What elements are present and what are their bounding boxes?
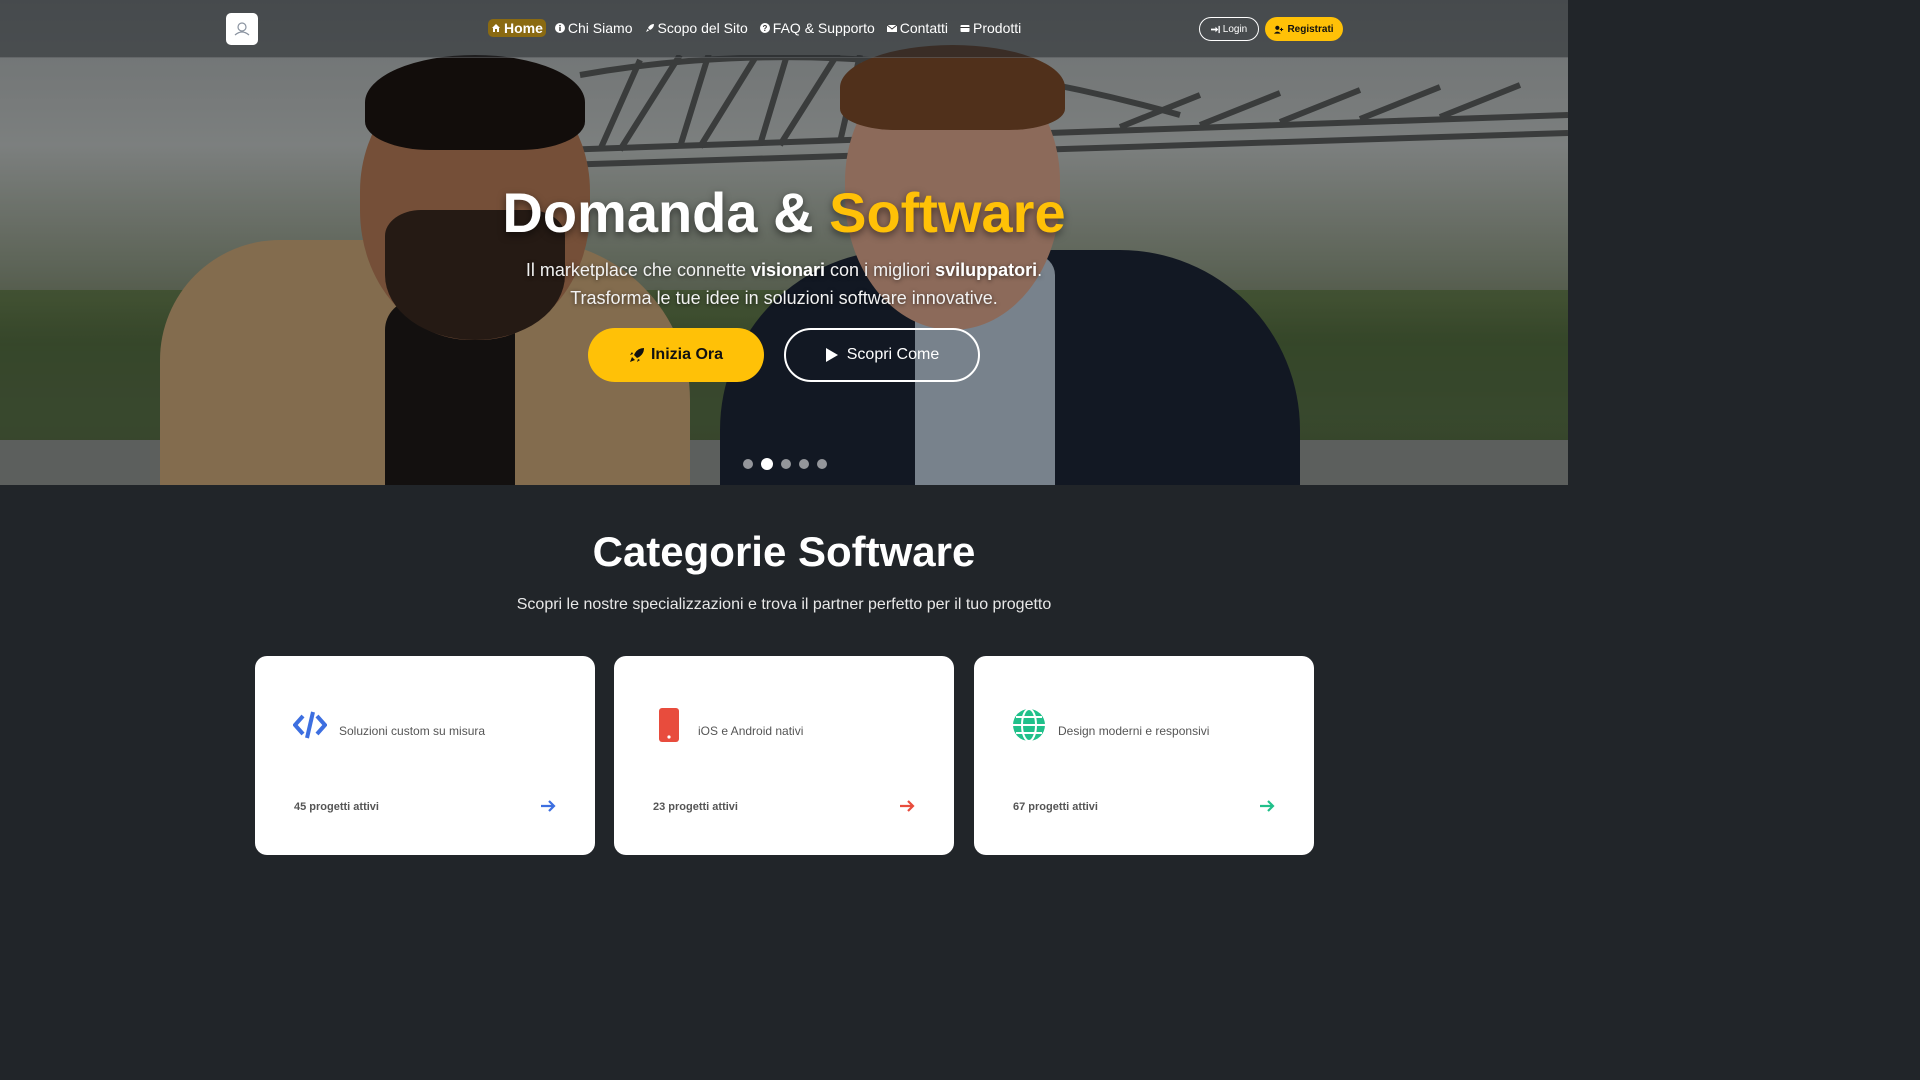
arrow-right-icon[interactable] bbox=[539, 797, 557, 815]
category-card-software[interactable]: Soluzioni custom su misura 45 progetti a… bbox=[255, 656, 595, 855]
envelope-icon bbox=[886, 24, 897, 32]
category-card-mobile[interactable]: iOS e Android nativi 23 progetti attivi bbox=[614, 656, 954, 855]
hero-subtitle-bold-sviluppatori: sviluppatori bbox=[935, 260, 1038, 280]
arrow-right-icon[interactable] bbox=[1258, 797, 1276, 815]
question-icon: ? bbox=[759, 23, 770, 33]
carousel-dot-5[interactable] bbox=[817, 459, 827, 469]
login-button-label: Login bbox=[1222, 23, 1248, 35]
home-icon bbox=[492, 24, 500, 32]
carousel-dot-3[interactable] bbox=[781, 459, 791, 469]
arrow-right-icon[interactable] bbox=[898, 797, 916, 815]
register-button-label: Registrati bbox=[1287, 23, 1334, 35]
svg-text:?: ? bbox=[762, 24, 767, 33]
hero-subtitle-bold-visionari: visionari bbox=[751, 260, 826, 280]
card-description: Design moderni e responsivi bbox=[1058, 724, 1210, 738]
card-project-count: 67 progetti attivi bbox=[1013, 801, 1098, 813]
hero-subtitle-text: Il marketplace che connette bbox=[525, 260, 752, 280]
nav-item-home-label: Home bbox=[504, 20, 543, 36]
play-icon bbox=[825, 348, 838, 362]
nav-item-chi-siamo[interactable]: Chi Siamo bbox=[552, 19, 636, 37]
start-now-button[interactable]: Inizia Ora bbox=[588, 328, 764, 382]
nav-item-prodotti[interactable]: Prodotti bbox=[957, 19, 1024, 37]
navbar: Home Chi Siamo Scopo del Sito ? FAQ & Su… bbox=[0, 0, 1568, 58]
nav-item-contatti-label: Contatti bbox=[899, 20, 948, 36]
nav-item-scopo[interactable]: Scopo del Sito bbox=[642, 19, 751, 37]
mobile-icon bbox=[659, 708, 679, 742]
card-project-count: 23 progetti attivi bbox=[653, 801, 738, 813]
nav-item-home[interactable]: Home bbox=[488, 19, 546, 37]
card-description: iOS e Android nativi bbox=[698, 724, 804, 738]
globe-icon bbox=[1013, 708, 1045, 742]
register-button[interactable]: Registrati bbox=[1265, 17, 1343, 41]
hero-subtitle-line1: Il marketplace che connette visionari co… bbox=[0, 256, 1568, 284]
login-button[interactable]: Login bbox=[1199, 17, 1259, 41]
card-project-count: 45 progetti attivi bbox=[294, 801, 379, 813]
discover-how-button[interactable]: Scopri Come bbox=[784, 328, 980, 382]
card-description: Soluzioni custom su misura bbox=[339, 724, 486, 738]
hero-subtitle-text: . bbox=[1037, 260, 1043, 280]
site-logo[interactable] bbox=[226, 13, 258, 45]
code-icon bbox=[293, 711, 327, 739]
info-icon bbox=[554, 23, 565, 33]
hero-title: Domanda & Software bbox=[0, 180, 1568, 245]
category-card-web[interactable]: Design moderni e responsivi 67 progetti … bbox=[974, 656, 1314, 855]
rocket-icon bbox=[645, 24, 654, 32]
nav-item-prodotti-label: Prodotti bbox=[973, 20, 1022, 36]
box-icon bbox=[960, 25, 970, 32]
nav-item-faq[interactable]: ? FAQ & Supporto bbox=[757, 19, 878, 37]
start-now-label: Inizia Ora bbox=[650, 346, 724, 363]
hero-title-highlight: Software bbox=[829, 181, 1066, 244]
carousel-indicators bbox=[743, 458, 827, 470]
nav-item-faq-label: FAQ & Supporto bbox=[772, 20, 875, 36]
sign-in-icon bbox=[1210, 25, 1220, 33]
carousel-dot-2[interactable] bbox=[761, 458, 773, 470]
nav-links: Home Chi Siamo Scopo del Sito ? FAQ & Su… bbox=[488, 19, 1024, 37]
user-plus-icon bbox=[1274, 25, 1284, 34]
carousel-dot-4[interactable] bbox=[799, 459, 809, 469]
nav-item-chi-siamo-label: Chi Siamo bbox=[567, 20, 633, 36]
discover-how-label: Scopri Come bbox=[846, 346, 940, 363]
nav-item-contatti[interactable]: Contatti bbox=[884, 19, 951, 37]
categories-title: Categorie Software bbox=[592, 528, 976, 575]
hero-subtitle: Il marketplace che connette visionari co… bbox=[0, 256, 1568, 312]
hero-title-main: Domanda & bbox=[502, 181, 830, 244]
categories-subtitle: Scopri le nostre specializzazioni e trov… bbox=[516, 596, 1052, 613]
hero-subtitle-text: con i migliori bbox=[825, 260, 936, 280]
hero-subtitle-line2: Trasforma le tue idee in soluzioni softw… bbox=[570, 288, 998, 308]
nav-item-scopo-label: Scopo del Sito bbox=[657, 20, 748, 36]
carousel-dot-1[interactable] bbox=[743, 459, 753, 469]
logo-icon bbox=[234, 22, 250, 36]
rocket-icon bbox=[629, 348, 644, 362]
